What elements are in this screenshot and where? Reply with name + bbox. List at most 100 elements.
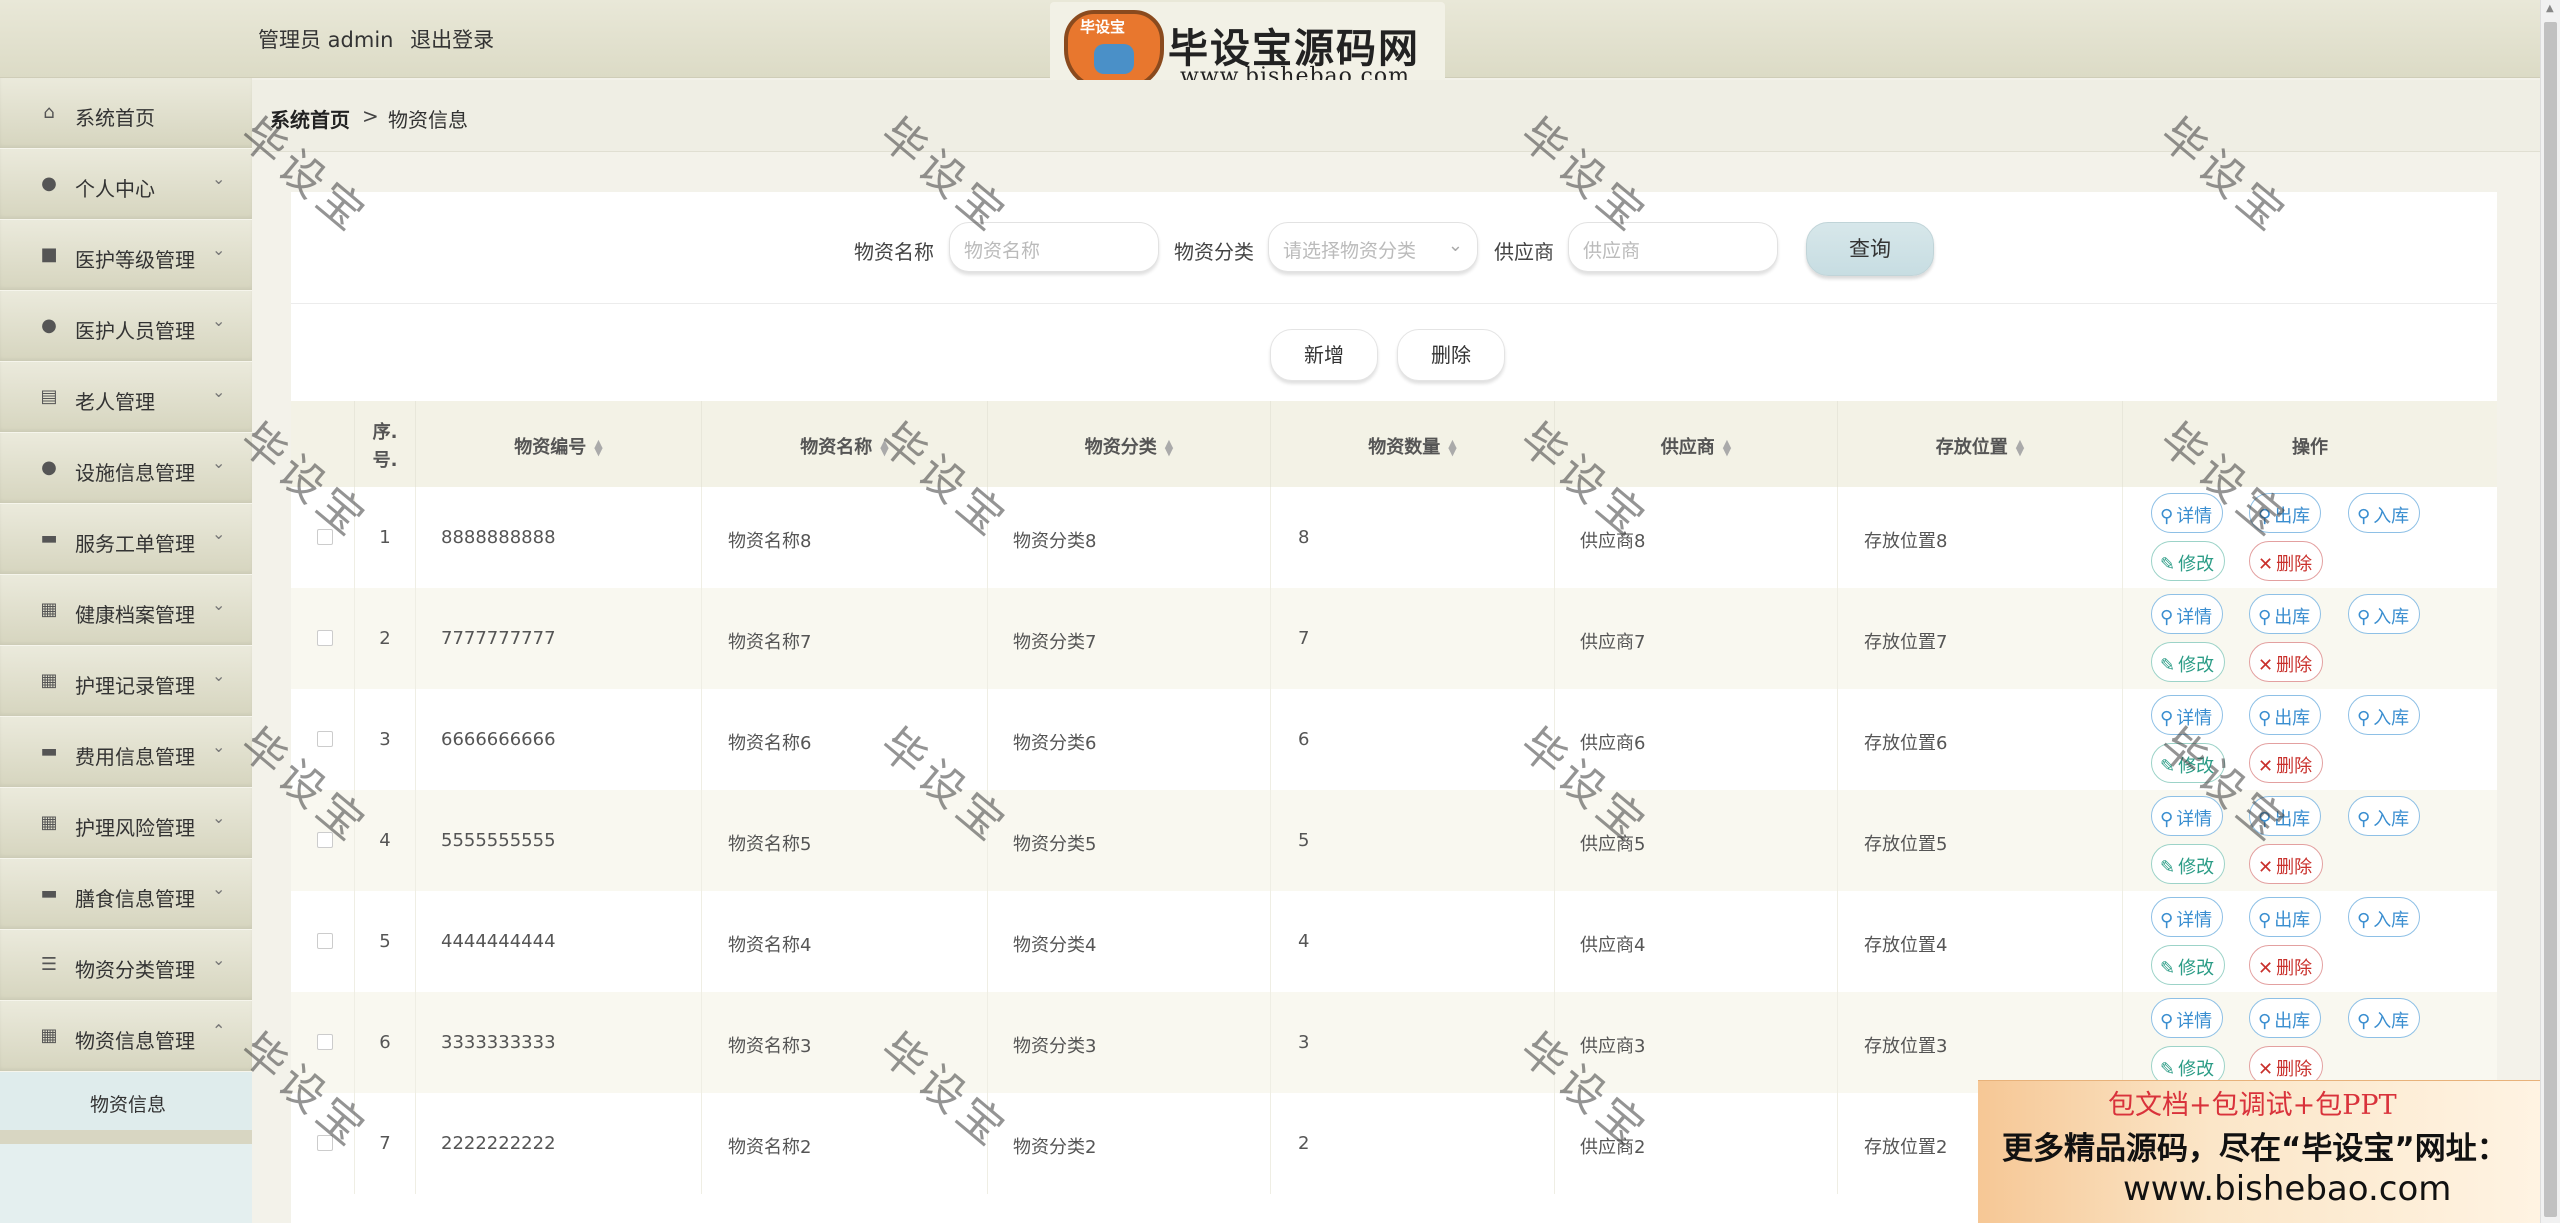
category-select[interactable]: 请选择物资分类 ⌄ (1268, 222, 1478, 272)
breadcrumb-separator: > (362, 104, 379, 128)
scroll-thumb[interactable] (2544, 22, 2557, 1217)
row-checkbox[interactable] (317, 933, 333, 949)
sidebar-item[interactable]: ▬ 膳食信息管理 ⌄ (0, 859, 252, 930)
cell-supplier: 供应商8 (1555, 487, 1838, 588)
stock-in-button[interactable]: ⚲入库 (2348, 796, 2421, 836)
detail-button[interactable]: ⚲详情 (2151, 493, 2224, 533)
stock-in-button[interactable]: ⚲入库 (2348, 594, 2421, 634)
delete-row-button[interactable]: ✕删除 (2249, 844, 2324, 884)
stock-out-button[interactable]: ⚲出库 (2249, 897, 2322, 937)
sidebar-item[interactable]: ⌂ 系统首页 (0, 78, 252, 149)
header-qty[interactable]: 物资数量 ▲ ▼ (1271, 401, 1555, 487)
cell-qty: 8 (1271, 487, 1555, 588)
name-input[interactable]: 物资名称 (949, 222, 1159, 272)
cell-code: 6666666666 (416, 689, 702, 790)
pencil-icon: ✎ (2160, 958, 2176, 979)
pencil-icon: ✎ (2160, 554, 2176, 575)
row-checkbox[interactable] (317, 529, 333, 545)
delete-button[interactable]: 删除 (1397, 329, 1505, 381)
stock-in-button[interactable]: ⚲入库 (2348, 695, 2421, 735)
edit-button[interactable]: ✎修改 (2151, 743, 2226, 783)
cell-name: 物资名称6 (702, 689, 988, 790)
sidebar-item[interactable]: ■ 医护等级管理 ⌄ (0, 220, 252, 291)
cell-category: 物资分类4 (988, 891, 1271, 992)
sidebar-item[interactable]: ● 设施信息管理 ⌄ (0, 433, 252, 504)
sidebar-subitem-label: 物资信息 (90, 1094, 167, 1116)
stock-in-button[interactable]: ⚲入库 (2348, 998, 2421, 1038)
row-checkbox[interactable] (317, 630, 333, 646)
cell-category: 物资分类2 (988, 1093, 1271, 1194)
search-bar: 物资名称 物资名称 物资分类 请选择物资分类 ⌄ 供应商 供应商 查询 (291, 192, 2497, 304)
cell-supplier: 供应商7 (1555, 588, 1838, 689)
sidebar-item[interactable]: ● 医护人员管理 ⌄ (0, 291, 252, 362)
row-checkbox[interactable] (317, 832, 333, 848)
checkbox-cell (291, 588, 355, 689)
header-name[interactable]: 物资名称 ▲ ▼ (702, 401, 988, 487)
sidebar-item[interactable]: ▦ 物资信息管理 ⌃ (0, 1001, 252, 1072)
edit-button[interactable]: ✎修改 (2151, 945, 2226, 985)
logout-link[interactable]: 退出登录 (410, 28, 494, 52)
sidebar-item[interactable]: ▦ 护理风险管理 ⌄ (0, 788, 252, 859)
supplier-input[interactable]: 供应商 (1568, 222, 1778, 272)
delete-row-button[interactable]: ✕删除 (2249, 642, 2324, 682)
scroll-up-icon[interactable]: ▲ (2546, 3, 2554, 14)
stock-out-button[interactable]: ⚲出库 (2249, 695, 2322, 735)
sidebar-item[interactable]: ☰ 物资分类管理 ⌄ (0, 930, 252, 1001)
sidebar-item[interactable]: ● 个人中心 ⌄ (0, 149, 252, 220)
detail-button[interactable]: ⚲详情 (2151, 695, 2224, 735)
delete-row-button[interactable]: ✕删除 (2249, 743, 2324, 783)
grid-icon: ▦ (40, 1025, 58, 1046)
search-icon: ⚲ (2258, 809, 2272, 830)
header-category[interactable]: 物资分类 ▲ ▼ (988, 401, 1271, 487)
detail-button-label: 详情 (2176, 607, 2213, 628)
sort-icon: ▲ ▼ (594, 437, 603, 458)
stock-out-button[interactable]: ⚲出库 (2249, 493, 2322, 533)
clipboard-icon: ▤ (40, 386, 58, 407)
delete-row-button[interactable]: ✕删除 (2249, 945, 2324, 985)
edit-button[interactable]: ✎修改 (2151, 642, 2226, 682)
stock-out-button[interactable]: ⚲出库 (2249, 594, 2322, 634)
vertical-scrollbar[interactable]: ▲ (2540, 0, 2560, 1223)
sidebar-subitem[interactable]: 物资信息 (0, 1072, 252, 1130)
add-button[interactable]: 新增 (1270, 329, 1378, 381)
detail-button[interactable]: ⚲详情 (2151, 796, 2224, 836)
stock-out-button[interactable]: ⚲出库 (2249, 796, 2322, 836)
sidebar-item[interactable]: ▬ 费用信息管理 ⌄ (0, 717, 252, 788)
sidebar-item[interactable]: ▦ 健康档案管理 ⌄ (0, 575, 252, 646)
query-button[interactable]: 查询 (1806, 222, 1934, 276)
grid-icon: ▦ (40, 670, 58, 691)
chevron-down-icon: ⌄ (212, 950, 226, 969)
search-icon: ⚲ (2357, 506, 2371, 527)
edit-button[interactable]: ✎修改 (2151, 541, 2226, 581)
cell-idx: 2 (355, 588, 416, 689)
cell-qty: 2 (1271, 1093, 1555, 1194)
delete-row-button[interactable]: ✕删除 (2249, 541, 2324, 581)
ad-line-1: 包文档+包调试+包PPT (2108, 1090, 2397, 1121)
stock-in-button[interactable]: ⚲入库 (2348, 897, 2421, 937)
row-checkbox[interactable] (317, 1034, 333, 1050)
header-ops: 操作 (2123, 401, 2497, 487)
search-icon: ⚲ (2258, 607, 2272, 628)
edit-button[interactable]: ✎修改 (2151, 844, 2226, 884)
detail-button[interactable]: ⚲详情 (2151, 897, 2224, 937)
header-supplier[interactable]: 供应商 ▲ ▼ (1555, 401, 1838, 487)
close-icon: ✕ (2258, 958, 2274, 979)
header-code[interactable]: 物资编号 ▲ ▼ (416, 401, 702, 487)
header-location[interactable]: 存放位置 ▲ ▼ (1838, 401, 2123, 487)
sidebar-item-label: 个人中心 (75, 177, 155, 201)
header-qty-label: 物资数量 (1368, 437, 1441, 458)
stock-in-button[interactable]: ⚲入库 (2348, 493, 2421, 533)
row-checkbox[interactable] (317, 1135, 333, 1151)
sidebar-item[interactable]: ▤ 老人管理 ⌄ (0, 362, 252, 433)
stock-out-button-label: 出库 (2274, 1011, 2311, 1032)
breadcrumb-home[interactable]: 系统首页 (270, 104, 350, 133)
sidebar: ⌂ 系统首页 ● 个人中心 ⌄ ■ 医护等级管理 ⌄ ● 医护人员管理 ⌄ ▤ 老人管理 ⌄ ● 设施信息管理… (0, 78, 252, 1223)
sidebar-item[interactable]: ▦ 护理记录管理 ⌄ (0, 646, 252, 717)
table-row: 3 6666666666 物资名称6 物资分类6 6 供应商6 存放位置6 ⚲ 详情 ⚲ 出库 ⚲ 入库… (291, 689, 2497, 790)
detail-button[interactable]: ⚲详情 (2151, 998, 2224, 1038)
ad-banner[interactable]: 包文档+包调试+包PPT 更多精品源码，尽在“毕设宝”网址： www.bishe… (1978, 1080, 2560, 1223)
sidebar-item[interactable]: ▬ 服务工单管理 ⌄ (0, 504, 252, 575)
stock-out-button[interactable]: ⚲出库 (2249, 998, 2322, 1038)
detail-button[interactable]: ⚲详情 (2151, 594, 2224, 634)
row-checkbox[interactable] (317, 731, 333, 747)
